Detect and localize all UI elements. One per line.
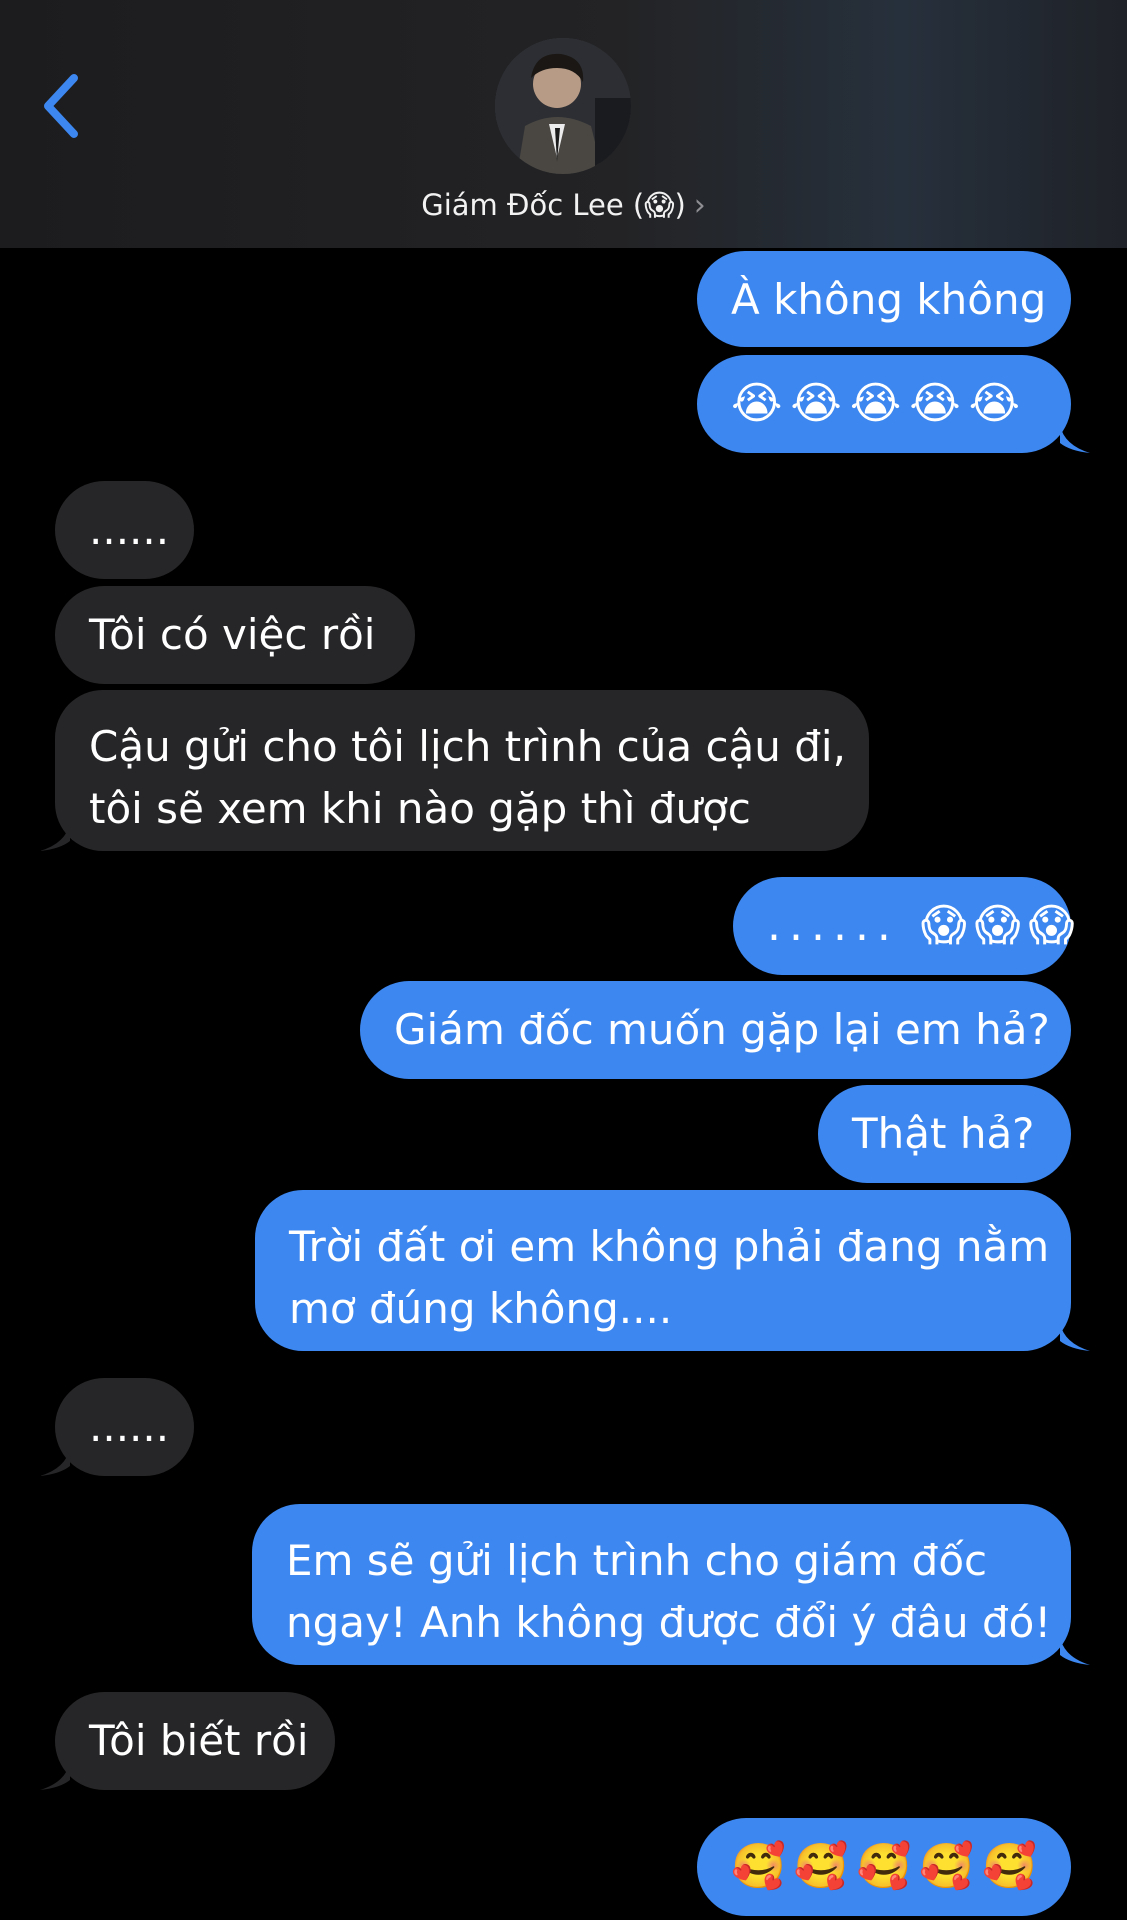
avatar-photo — [495, 38, 631, 174]
contact-avatar[interactable] — [495, 38, 631, 174]
message-text-line: Em sẽ gửi lịch trình cho giám đốc — [286, 1536, 988, 1585]
bubble-tail — [40, 823, 70, 851]
message-bubble-received[interactable]: Cậu gửi cho tôi lịch trình của cậu đi, t… — [55, 690, 869, 851]
message-text: Giám đốc muốn gặp lại em hả? — [394, 1005, 1050, 1054]
message-text: Thật hả? — [852, 1109, 1035, 1158]
message-emoji-text: 😭😭😭😭😭 — [731, 378, 1029, 429]
back-button[interactable] — [36, 66, 92, 146]
message-bubble-received[interactable]: ...... — [55, 1378, 194, 1476]
contact-name: Giám Đốc Lee (😱) — [421, 188, 686, 222]
message-bubble-sent[interactable]: Thật hả? — [818, 1085, 1071, 1183]
message-text: Tôi biết rồi — [89, 1716, 309, 1765]
message-text: ...... — [89, 1402, 170, 1451]
bubble-tail — [1060, 1323, 1090, 1351]
message-text-line: ngay! Anh không được đổi ý đâu đó! — [286, 1598, 1052, 1647]
message-bubble-sent[interactable]: ...... 😱😱😱 — [733, 877, 1075, 975]
message-bubble-received[interactable]: Tôi biết rồi — [55, 1692, 335, 1790]
message-bubble-sent[interactable]: Em sẽ gửi lịch trình cho giám đốc ngay! … — [252, 1504, 1071, 1665]
message-text-line: Cậu gửi cho tôi lịch trình của cậu đi, — [89, 722, 846, 771]
bubble-tail — [40, 1762, 70, 1790]
bubble-tail — [40, 1448, 70, 1476]
bubble-tail — [1060, 425, 1090, 453]
message-bubble-sent[interactable]: Giám đốc muốn gặp lại em hả? — [360, 981, 1071, 1079]
message-text: Tôi có việc rồi — [89, 610, 376, 659]
message-bubble-sent[interactable]: 😭😭😭😭😭 — [697, 355, 1071, 453]
chevron-right-icon: › — [693, 188, 706, 223]
chevron-left-icon — [44, 74, 78, 138]
message-text: ...... 😱😱😱 — [767, 900, 1083, 951]
message-bubble-sent[interactable]: À không không — [697, 251, 1071, 347]
contact-name-button[interactable]: Giám Đốc Lee (😱) › — [0, 183, 1127, 228]
message-bubble-sent[interactable]: Trời đất ơi em không phải đang nằm mơ đú… — [255, 1190, 1071, 1351]
message-text-line: mơ đúng không.... — [289, 1284, 673, 1333]
bubble-tail — [1060, 1637, 1090, 1665]
conversation-header: Giám Đốc Lee (😱) › — [0, 0, 1127, 248]
message-bubble-received[interactable]: ...... — [55, 481, 194, 579]
message-text-line: Trời đất ơi em không phải đang nằm — [289, 1222, 1050, 1271]
message-bubble-sent[interactable]: 🥰🥰🥰🥰🥰 — [697, 1818, 1071, 1916]
message-emoji-text: 🥰🥰🥰🥰🥰 — [731, 1841, 1045, 1892]
message-text: ...... — [89, 505, 170, 554]
message-text: À không không — [731, 275, 1047, 324]
message-bubble-received[interactable]: Tôi có việc rồi — [55, 586, 415, 684]
message-text-line: tôi sẽ xem khi nào gặp thì được — [89, 784, 751, 833]
